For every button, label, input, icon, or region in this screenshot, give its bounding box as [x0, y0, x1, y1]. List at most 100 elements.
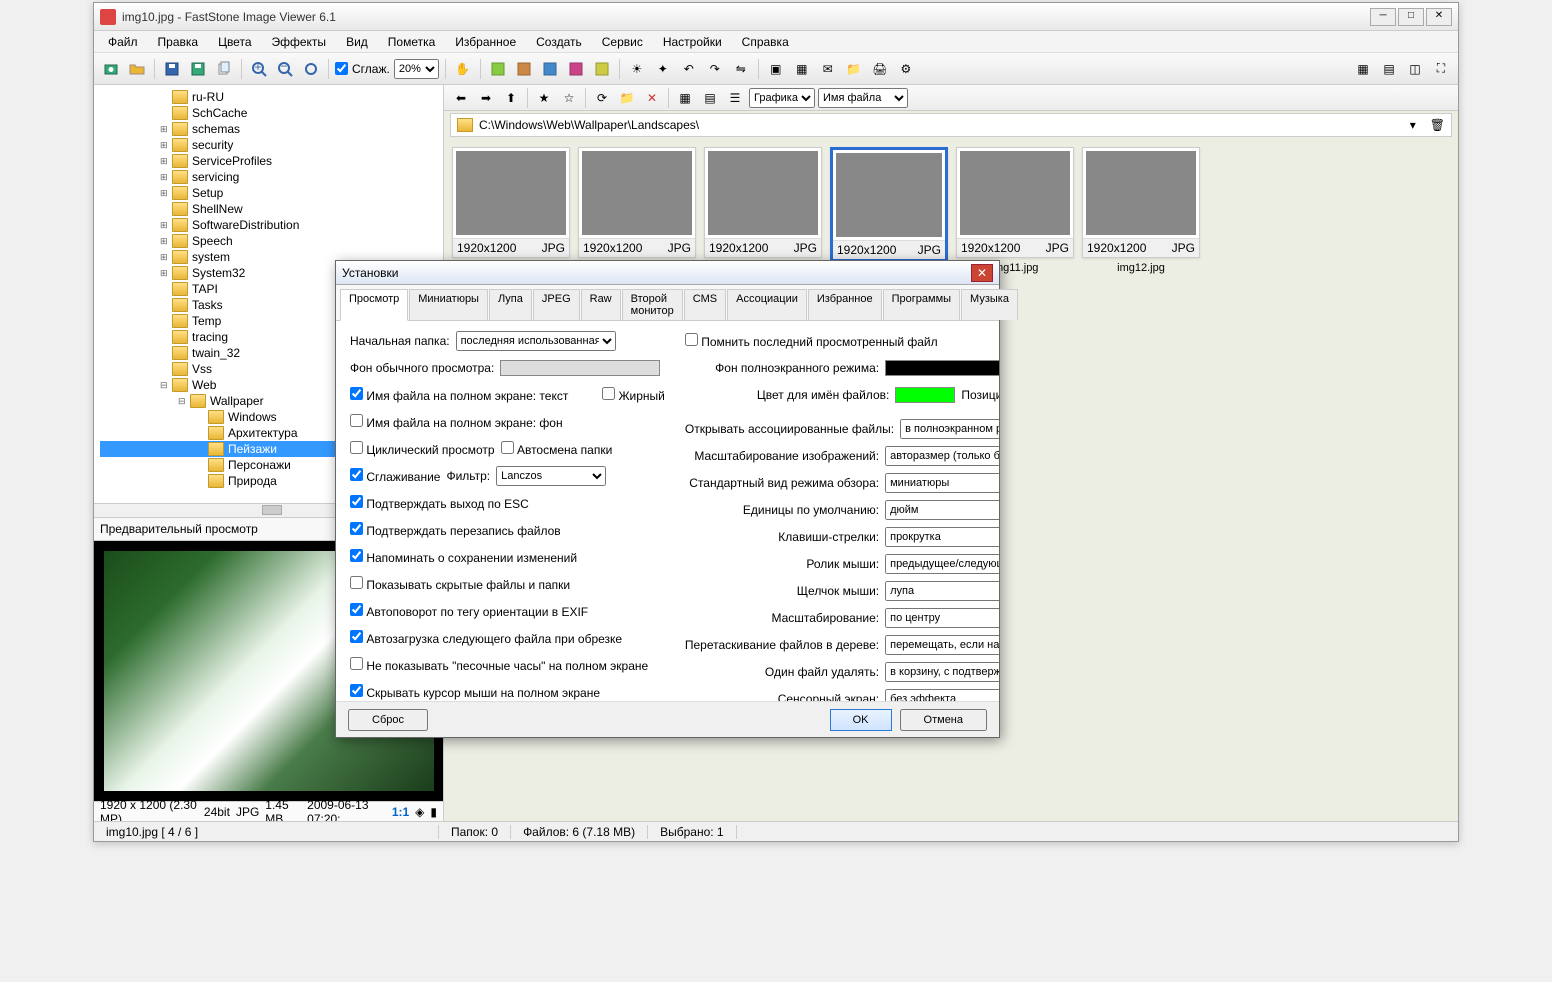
tab-Raw[interactable]: Raw — [581, 289, 621, 320]
filter-select[interactable]: Lanczos — [496, 466, 606, 486]
scale-select[interactable]: авторазмер (только большие) — [885, 446, 999, 466]
menu-Цвета[interactable]: Цвета — [208, 33, 261, 51]
tab-Ассоциации[interactable]: Ассоциации — [727, 289, 807, 320]
tab-Миниатюры[interactable]: Миниатюры — [409, 289, 488, 320]
path-bar[interactable]: C:\Windows\Web\Wallpaper\Landscapes\ ▾ 🗑 — [450, 113, 1452, 137]
remember-check[interactable]: Помнить последний просмотренный файл — [685, 333, 938, 349]
view-icon[interactable]: ☰ — [724, 87, 746, 109]
remind-check[interactable]: Напоминать о сохранении изменений — [350, 549, 577, 565]
menu-Сервис[interactable]: Сервис — [592, 33, 653, 51]
thumbnail-wrap[interactable]: 1920x1200JPGimg7.jpg — [452, 147, 570, 278]
assoc-select[interactable]: в полноэкранном режиме — [900, 419, 999, 439]
menu-Справка[interactable]: Справка — [732, 33, 799, 51]
menu-Настройки[interactable]: Настройки — [653, 33, 732, 51]
minimize-button[interactable]: ─ — [1370, 8, 1396, 26]
start-folder-select[interactable]: последняя использованная — [456, 331, 616, 351]
tree-item[interactable]: ⊞ServiceProfiles — [100, 153, 437, 169]
hand-icon[interactable]: ✋ — [452, 58, 474, 80]
delete-icon[interactable]: ✕ — [641, 87, 663, 109]
exif-check[interactable]: Автоповорот по тегу ориентации в EXIF — [350, 603, 588, 619]
tab-Просмотр[interactable]: Просмотр — [340, 289, 408, 321]
autofolder-check[interactable]: Автосмена папки — [501, 441, 613, 457]
copy-icon[interactable] — [213, 58, 235, 80]
back-icon[interactable]: ⬅ — [450, 87, 472, 109]
hidden-check[interactable]: Показывать скрытые файлы и папки — [350, 576, 570, 592]
menu-Создать[interactable]: Создать — [526, 33, 592, 51]
touch-select[interactable]: без эффекта — [885, 689, 999, 701]
tool-icon[interactable] — [539, 58, 561, 80]
tree-item[interactable]: ShellNew — [100, 201, 437, 217]
fullscreen-icon[interactable]: ⛶ — [1430, 58, 1452, 80]
tree-item[interactable]: ⊞SoftwareDistribution — [100, 217, 437, 233]
thumbnail-wrap[interactable]: 1920x1200JPGimg8.jpg — [578, 147, 696, 278]
print-icon[interactable]: 🖨 — [869, 58, 891, 80]
tree-item[interactable]: ⊞servicing — [100, 169, 437, 185]
overwrite-check[interactable]: Подтверждать перезапись файлов — [350, 522, 561, 538]
menu-Эффекты[interactable]: Эффекты — [262, 33, 337, 51]
arrows-select[interactable]: прокрутка — [885, 527, 999, 547]
cancel-button[interactable]: Отмена — [900, 709, 987, 731]
bg-normal-swatch[interactable] — [500, 360, 660, 376]
view-icon[interactable]: ▤ — [699, 87, 721, 109]
smooth-checkbox[interactable]: Сглаж. — [335, 62, 390, 76]
adjust-icon[interactable]: ✦ — [652, 58, 674, 80]
tab-Избранное[interactable]: Избранное — [808, 289, 882, 320]
flip-icon[interactable]: ⇋ — [730, 58, 752, 80]
browse-select[interactable]: миниатюры — [885, 473, 999, 493]
view-mode-icon[interactable]: ◫ — [1404, 58, 1426, 80]
tab-Второй монитор[interactable]: Второй монитор — [622, 289, 683, 320]
capture-icon[interactable] — [100, 58, 122, 80]
zoom-in-icon[interactable]: + — [248, 58, 270, 80]
tab-CMS[interactable]: CMS — [684, 289, 726, 320]
reset-button[interactable]: Сброс — [348, 709, 428, 731]
menu-Избранное[interactable]: Избранное — [445, 33, 526, 51]
filename-bg-check[interactable]: Имя файла на полном экране: фон — [350, 414, 563, 430]
dialog-close-button[interactable]: ✕ — [971, 264, 993, 282]
tab-Программы[interactable]: Программы — [883, 289, 960, 320]
save-icon[interactable] — [161, 58, 183, 80]
rotate-left-icon[interactable]: ↶ — [678, 58, 700, 80]
tree-item[interactable]: ⊞schemas — [100, 121, 437, 137]
compare-icon[interactable]: ▦ — [791, 58, 813, 80]
drag-select[interactable]: перемещать, если на том же диске — [885, 635, 999, 655]
save-as-icon[interactable] — [187, 58, 209, 80]
brightness-icon[interactable]: ☀ — [626, 58, 648, 80]
view-icon[interactable]: ▦ — [674, 87, 696, 109]
view-mode-icon[interactable]: ▤ — [1378, 58, 1400, 80]
filename-text-check[interactable]: Имя файла на полном экране: текст — [350, 387, 568, 403]
ok-button[interactable]: OK — [830, 709, 892, 731]
menu-Правка[interactable]: Правка — [148, 33, 209, 51]
cyclic-check[interactable]: Циклический просмотр — [350, 441, 495, 457]
menu-Файл[interactable]: Файл — [98, 33, 148, 51]
units-select[interactable]: дюйм — [885, 500, 999, 520]
trash-icon[interactable]: 🗑 — [1430, 118, 1445, 132]
new-folder-icon[interactable]: 📁 — [616, 87, 638, 109]
view-mode-icon[interactable]: ▦ — [1352, 58, 1374, 80]
tag-icon[interactable]: ◈ — [415, 805, 424, 819]
fav-add-icon[interactable]: ☆ — [558, 87, 580, 109]
slideshow-icon[interactable]: ▣ — [765, 58, 787, 80]
email-icon[interactable]: ✉ — [817, 58, 839, 80]
dropdown-icon[interactable]: ▾ — [1410, 118, 1416, 132]
zoom-mode-select[interactable]: по центру — [885, 608, 999, 628]
menu-Пометка[interactable]: Пометка — [378, 33, 446, 51]
zoom-fit-icon[interactable] — [300, 58, 322, 80]
forward-icon[interactable]: ➡ — [475, 87, 497, 109]
bold-check[interactable]: Жирный — [602, 387, 665, 403]
sort-select[interactable]: Имя файла — [818, 88, 908, 108]
autonext-check[interactable]: Автозагрузка следующего файла при обрезк… — [350, 630, 622, 646]
tab-JPEG[interactable]: JPEG — [533, 289, 580, 320]
name-color-swatch[interactable] — [895, 387, 955, 403]
settings-icon[interactable]: ⚙ — [895, 58, 917, 80]
refresh-icon[interactable]: ⟳ — [591, 87, 613, 109]
rotate-right-icon[interactable]: ↷ — [704, 58, 726, 80]
tool-icon[interactable] — [565, 58, 587, 80]
up-icon[interactable]: ⬆ — [500, 87, 522, 109]
tool-icon[interactable] — [591, 58, 613, 80]
fav-icon[interactable]: ★ — [533, 87, 555, 109]
hidecursor-check[interactable]: Скрывать курсор мыши на полном экране — [350, 684, 600, 700]
zoom-select[interactable]: 20% — [394, 59, 439, 79]
menu-Вид[interactable]: Вид — [336, 33, 378, 51]
esc-check[interactable]: Подтверждать выход по ESC — [350, 495, 529, 511]
folder-icon[interactable]: 📁 — [843, 58, 865, 80]
